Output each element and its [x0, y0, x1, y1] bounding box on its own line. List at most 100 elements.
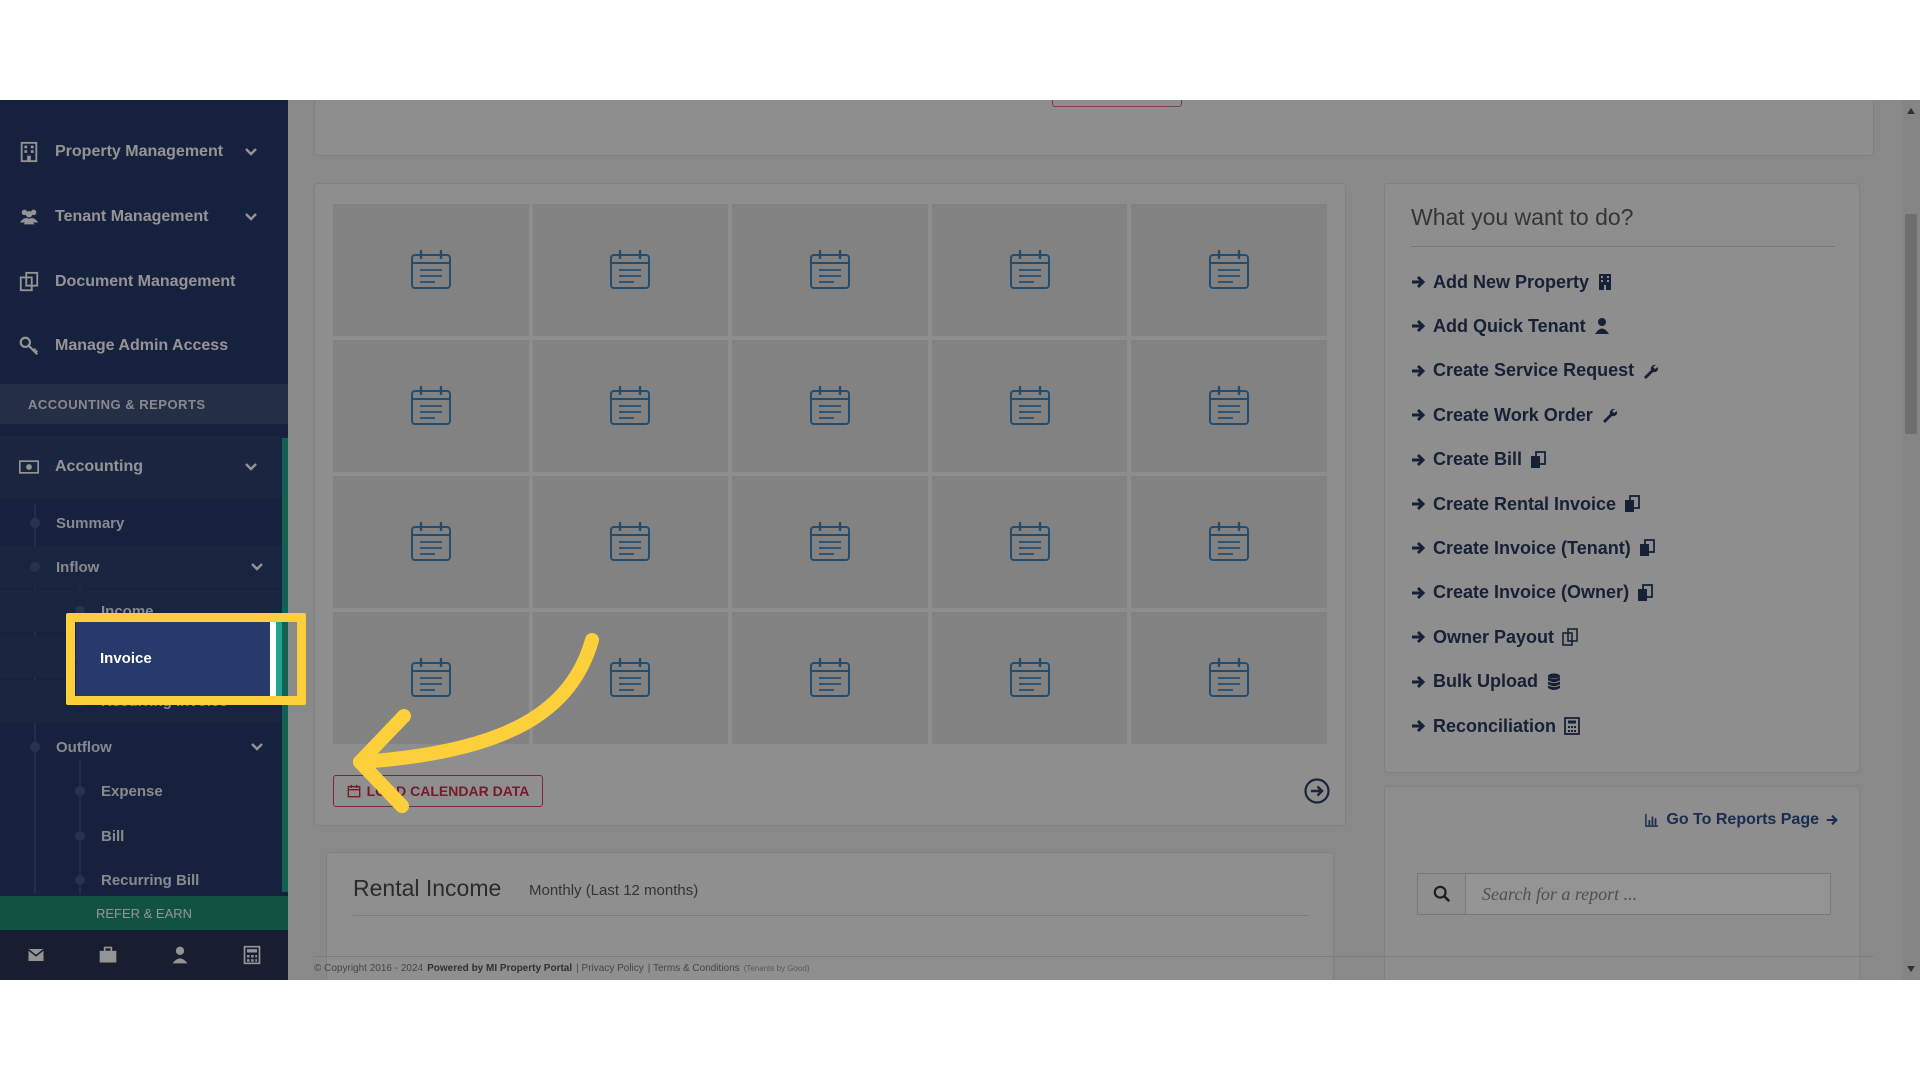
footer-powered-by[interactable]: Powered by MI Property Portal — [427, 963, 572, 974]
search-button[interactable] — [1418, 874, 1466, 914]
quick-action-label: Create Invoice (Tenant) — [1433, 537, 1631, 558]
tutorial-arrow-icon — [353, 633, 599, 813]
quick-action-label: Create Service Request — [1433, 360, 1635, 381]
quick-action-add-new-property[interactable]: Add New Property — [1411, 269, 1613, 295]
calculator-icon[interactable] — [237, 940, 267, 970]
top-card — [314, 100, 1874, 156]
briefcase-icon[interactable] — [93, 940, 123, 970]
copy-outline-icon — [1562, 628, 1578, 646]
copy-icon — [1637, 583, 1653, 602]
top-card-button-edge[interactable] — [1052, 100, 1182, 107]
arrow-right-icon — [1412, 719, 1426, 733]
footer-terms-link[interactable]: | Terms & Conditions — [648, 963, 740, 974]
quick-action-label: Create Bill — [1433, 449, 1523, 470]
sidebar-item-outflow[interactable]: Outflow — [0, 726, 288, 768]
divider — [353, 915, 1309, 916]
refer-earn-button[interactable]: REFER & EARN — [0, 896, 288, 930]
quick-action-owner-payout[interactable]: Owner Payout — [1411, 624, 1578, 650]
quick-action-create-rental-invoice[interactable]: Create Rental Invoice — [1411, 491, 1640, 517]
calendar-placeholder-cell — [1131, 476, 1327, 608]
scroll-thumb[interactable] — [1905, 214, 1917, 434]
quick-action-label: Reconciliation — [1433, 715, 1557, 736]
quick-actions-card: What you want to do? Add New Property Add… — [1384, 183, 1860, 773]
sidebar-item-recurring-bill[interactable]: Recurring Bill — [0, 859, 288, 901]
quick-action-label: Create Invoice (Owner) — [1433, 582, 1630, 603]
calendar-icon — [1209, 249, 1250, 289]
arrow-right-icon — [1412, 497, 1426, 511]
user-icon — [1594, 317, 1610, 335]
sidebar-item-bill[interactable]: Bill — [0, 815, 288, 857]
tree-dot — [30, 742, 40, 752]
calendar-icon — [1009, 521, 1050, 561]
sidebar-item-summary[interactable]: Summary — [0, 502, 288, 544]
users-icon — [17, 205, 41, 229]
quick-action-create-work-order[interactable]: Create Work Order — [1411, 402, 1617, 428]
tree-dot — [30, 518, 40, 528]
sidebar-item-manage-admin-access[interactable]: Manage Admin Access — [0, 315, 288, 377]
sidebar: Property Management Tenant Management Do… — [0, 100, 288, 980]
calendar-icon — [1009, 249, 1050, 289]
arrow-right-icon — [1826, 814, 1838, 826]
quick-action-create-invoice-owner[interactable]: Create Invoice (Owner) — [1411, 580, 1653, 606]
arrow-right-icon — [1412, 364, 1426, 377]
envelope-icon[interactable] — [21, 940, 51, 970]
tree-dot — [75, 786, 85, 796]
sidebar-item-label: Accounting — [55, 458, 143, 475]
quick-action-reconciliation[interactable]: Reconciliation — [1411, 713, 1580, 739]
calendar-icon — [610, 385, 651, 425]
quick-action-create-invoice-tenant[interactable]: Create Invoice (Tenant) — [1411, 535, 1655, 561]
calendar-icon — [1209, 521, 1250, 561]
rental-income-subtitle: Monthly (Last 12 months) — [529, 882, 699, 899]
calendar-icon — [809, 521, 850, 561]
footer-privacy-link[interactable]: | Privacy Policy — [576, 963, 644, 974]
scroll-down-arrow[interactable] — [1907, 966, 1915, 972]
quick-action-create-service-request[interactable]: Create Service Request — [1411, 358, 1659, 384]
calendar-placeholder-cell — [532, 204, 729, 336]
calendar-icon — [809, 249, 850, 289]
footer-tenants-note: (Tenants by Good) — [743, 964, 810, 973]
page-scrollbar[interactable] — [1902, 100, 1920, 980]
sidebar-item-property-management[interactable]: Property Management — [0, 121, 288, 183]
sidebar-item-label: Document Management — [55, 273, 236, 290]
calculator-icon — [1564, 717, 1580, 735]
calendar-placeholder-cell — [1131, 340, 1327, 472]
calendar-icon — [410, 249, 451, 289]
go-to-reports-link[interactable]: Go To Reports Page — [1644, 811, 1839, 829]
calendar-icon — [1009, 657, 1050, 697]
tutorial-highlight-box — [66, 613, 306, 705]
database-icon — [1546, 673, 1562, 691]
report-search — [1417, 873, 1831, 915]
report-search-input[interactable] — [1466, 874, 1830, 914]
sidebar-bottom-toolbar — [0, 930, 288, 980]
building-icon — [17, 140, 41, 164]
screenshot: Property Management Tenant Management Do… — [0, 100, 1920, 980]
tree-dot — [75, 875, 85, 885]
sidebar-item-tenant-management[interactable]: Tenant Management — [0, 186, 288, 248]
user-icon[interactable] — [165, 940, 195, 970]
arrow-right-icon — [1412, 631, 1426, 644]
calendar-placeholder-cell — [931, 204, 1128, 336]
scroll-up-arrow[interactable] — [1907, 108, 1915, 114]
sidebar-item-accounting[interactable]: Accounting — [0, 436, 288, 498]
divider — [1411, 246, 1835, 247]
footer: © Copyright 2016 - 2024 Powered by MI Pr… — [314, 956, 1874, 980]
quick-action-add-quick-tenant[interactable]: Add Quick Tenant — [1411, 313, 1610, 339]
quick-action-label: Create Work Order — [1433, 404, 1593, 425]
tree-dot — [75, 831, 85, 841]
arrow-right-icon — [1412, 453, 1426, 466]
copy-icon — [1530, 450, 1546, 469]
chevron-down-icon — [251, 743, 263, 751]
sidebar-item-label: Outflow — [56, 738, 112, 756]
quick-action-create-bill[interactable]: Create Bill — [1411, 447, 1546, 473]
arrow-circle-right-icon[interactable] — [1303, 777, 1331, 805]
calendar-placeholder-cell — [931, 476, 1128, 608]
calendar-placeholder-cell — [732, 340, 928, 472]
sidebar-item-label: Manage Admin Access — [55, 337, 229, 354]
sidebar-item-document-management[interactable]: Document Management — [0, 251, 288, 313]
sidebar-item-inflow[interactable]: Inflow — [0, 546, 288, 588]
calendar-icon — [610, 521, 651, 561]
sidebar-item-expense[interactable]: Expense — [0, 770, 288, 812]
reports-card: Go To Reports Page — [1384, 786, 1860, 980]
quick-action-bulk-upload[interactable]: Bulk Upload — [1411, 669, 1562, 695]
sidebar-item-label: Tenant Management — [55, 208, 209, 225]
